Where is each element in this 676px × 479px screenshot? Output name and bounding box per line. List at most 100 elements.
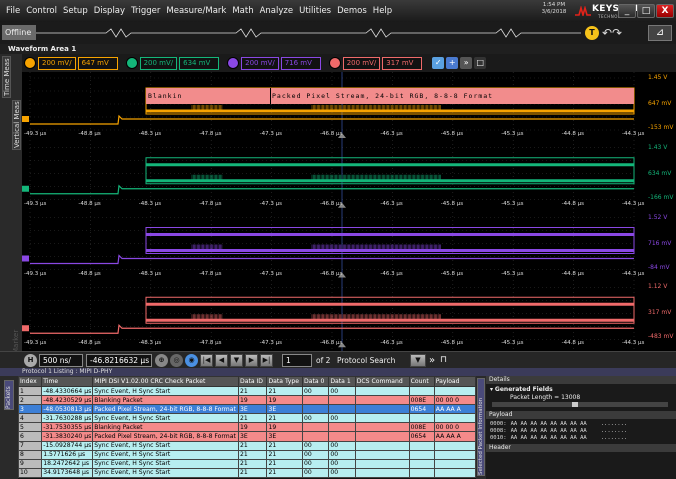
table-cell: 21 <box>238 449 268 460</box>
table-cell: 0654 <box>408 404 435 415</box>
menu-item-control[interactable]: Control <box>23 6 60 16</box>
hex-addr: 0008: <box>490 428 507 434</box>
restore-button[interactable]: □ <box>637 4 655 18</box>
menu-item-utilities[interactable]: Utilities <box>296 6 334 16</box>
table-cell: AA AA A <box>433 404 476 415</box>
table-cell <box>354 404 410 415</box>
horizontal-icon[interactable]: H <box>24 354 37 367</box>
generated-fields-node[interactable]: ▾ Generated Fields <box>486 386 676 394</box>
listing-side-tabs: Packets <box>0 376 18 479</box>
column-header[interactable]: Index <box>18 376 43 387</box>
table-cell: -48.4230529 µs <box>41 395 94 406</box>
search-icon[interactable]: ◉ <box>185 354 198 367</box>
table-row[interactable]: 10 34.9173648 µs Sync Event, H Sync Start 2… <box>18 467 476 478</box>
time-tick-label: -44.3 µs <box>622 200 645 207</box>
position-field[interactable]: -46.8216632 µs <box>86 354 152 367</box>
channel-4-icon[interactable] <box>328 57 341 69</box>
offline-status[interactable]: Offline <box>2 25 36 40</box>
menu-item-measure-mark[interactable]: Measure/Mark <box>163 6 229 16</box>
column-header[interactable]: Payload <box>433 376 476 387</box>
table-row[interactable]: 3 -48.0530813 µs Packed Pixel Stream, 24-b… <box>18 404 476 415</box>
menu-item-setup[interactable]: Setup <box>60 6 91 16</box>
hex-bytes: AA AA AA AA AA AA AA AA <box>510 435 587 441</box>
undo-redo-icon[interactable]: ↶↷ <box>602 25 630 41</box>
channel-2-icon[interactable] <box>125 57 138 69</box>
table-row[interactable]: 5 -31.7530355 µs Blanking Packet 19 19 008E 00… <box>18 422 476 433</box>
channel-3-scale[interactable]: 200 mV/ <box>241 56 279 70</box>
scrollbar-thumb[interactable] <box>572 402 578 407</box>
payload-header: Payload <box>486 411 676 419</box>
trigger-status-badge[interactable]: T <box>585 26 599 40</box>
menu-item-trigger[interactable]: Trigger <box>128 6 163 16</box>
menu-item-analyze[interactable]: Analyze <box>257 6 297 16</box>
column-header[interactable]: Data 0 <box>302 376 330 387</box>
table-cell <box>354 449 410 460</box>
hex-bytes: AA AA AA AA AA AA AA AA <box>510 421 587 427</box>
channel-3-offset[interactable]: 716 mV <box>280 56 321 70</box>
tab-selected-packet-info[interactable]: Selected Packet Information <box>477 378 485 476</box>
channel-4-offset[interactable]: 317 mV <box>382 56 423 70</box>
next-page-button[interactable]: ▶ <box>245 354 258 367</box>
table-row[interactable]: 6 -31.3830240 µs Packed Pixel Stream, 24-b… <box>18 431 476 442</box>
packet-table[interactable]: Index Time MIPI DSI V1.02.00 CRC Check Pac… <box>18 376 476 479</box>
channel-1-icon[interactable] <box>24 57 36 69</box>
add-icon[interactable]: + <box>446 57 459 69</box>
menu-item-display[interactable]: Display <box>91 6 128 16</box>
channel-2-controls: 200 mV/634 mV <box>125 56 222 70</box>
table-row[interactable]: 4 -31.7630288 µs Sync Event, H Sync Start 2… <box>18 413 476 424</box>
table-cell <box>408 413 435 424</box>
panel-icon[interactable]: □ <box>474 57 487 69</box>
last-page-button[interactable]: ▶| <box>260 354 273 367</box>
close-button[interactable]: X <box>656 4 674 18</box>
checkbox-icon[interactable]: ✓ <box>432 57 445 69</box>
zoom-icon[interactable]: ⊕ <box>155 354 168 367</box>
details-scrollbar[interactable] <box>492 402 668 407</box>
table-row[interactable]: 1 -48.4330664 µs Sync Event, H Sync Start 2… <box>18 385 476 397</box>
table-row[interactable]: 2 -48.4230529 µs Blanking Packet 19 19 008E 00… <box>18 395 476 406</box>
column-header[interactable]: MIPI DSI V1.02.00 CRC Check Packet <box>92 376 240 387</box>
column-header[interactable]: Data Type <box>266 376 304 387</box>
channel-1-offset[interactable]: 647 mV <box>77 56 118 70</box>
column-header[interactable]: Time <box>41 376 94 387</box>
autoscale-icon[interactable]: ⊿ <box>648 25 672 41</box>
waveform-display[interactable]: Blankin Packed Pixel Stream, 24-bit RGB, … <box>22 72 676 351</box>
time-tick-label: -46.3 µs <box>380 200 403 207</box>
prev-page-button[interactable]: ◀ <box>215 354 228 367</box>
tab-marker[interactable]: Marker <box>12 274 21 354</box>
channel-2-scale[interactable]: 200 mV/ <box>139 56 178 70</box>
table-row[interactable]: 8 1.5771626 µs Sync Event, H Sync Start 21 2… <box>18 449 476 460</box>
minimize-button[interactable]: _ <box>618 4 636 18</box>
tab-time-meas[interactable]: Time Meas <box>2 56 11 98</box>
tab-packets[interactable]: Packets <box>4 380 14 410</box>
search-go-icon[interactable]: » <box>429 354 435 367</box>
more-icon[interactable]: » <box>460 57 473 69</box>
column-header[interactable]: Data ID <box>238 376 268 387</box>
packet-length-field[interactable]: Packet Length = 13008 <box>486 394 676 402</box>
table-cell: 21 <box>238 440 268 451</box>
page-input[interactable]: 1 <box>282 354 312 367</box>
channel-1-scale[interactable]: 200 mV/ <box>38 56 76 70</box>
column-header[interactable]: DCS Command <box>354 376 410 387</box>
table-row[interactable]: 7 -15.0928744 µs Sync Event, H Sync Start 2… <box>18 440 476 451</box>
target-icon[interactable]: ◎ <box>170 354 183 367</box>
menu-item-demos[interactable]: Demos <box>334 6 370 16</box>
channel-4-scale[interactable]: 200 mV/ <box>342 56 381 70</box>
column-header[interactable]: Count <box>408 376 435 387</box>
time-tick-label: -47.8 µs <box>199 200 222 207</box>
channel-4-scale-mid: 317 mV <box>648 309 672 317</box>
column-header[interactable]: Data 1 <box>328 376 356 387</box>
tab-vertical-meas[interactable]: Vertical Meas <box>12 100 21 150</box>
channel-2-offset[interactable]: 634 mV <box>179 56 220 70</box>
menu-item-math[interactable]: Math <box>229 6 256 16</box>
menu-item-file[interactable]: File <box>0 6 23 16</box>
time-tick-label: -47.3 µs <box>259 270 282 277</box>
table-row[interactable]: 9 18.2472642 µs Sync Event, H Sync Start 21… <box>18 458 476 469</box>
down-button[interactable]: ▼ <box>230 354 243 367</box>
pin-icon[interactable]: ⊓ <box>440 354 447 367</box>
timebase-field[interactable]: 500 ns/ <box>39 354 83 367</box>
channel-3-icon[interactable] <box>227 57 240 69</box>
first-page-button[interactable]: |◀ <box>200 354 213 367</box>
clock-date: 3/6/2018 <box>541 9 567 15</box>
menu-item-help[interactable]: Help <box>370 6 395 16</box>
search-dropdown-button[interactable]: ▼ <box>410 354 426 367</box>
